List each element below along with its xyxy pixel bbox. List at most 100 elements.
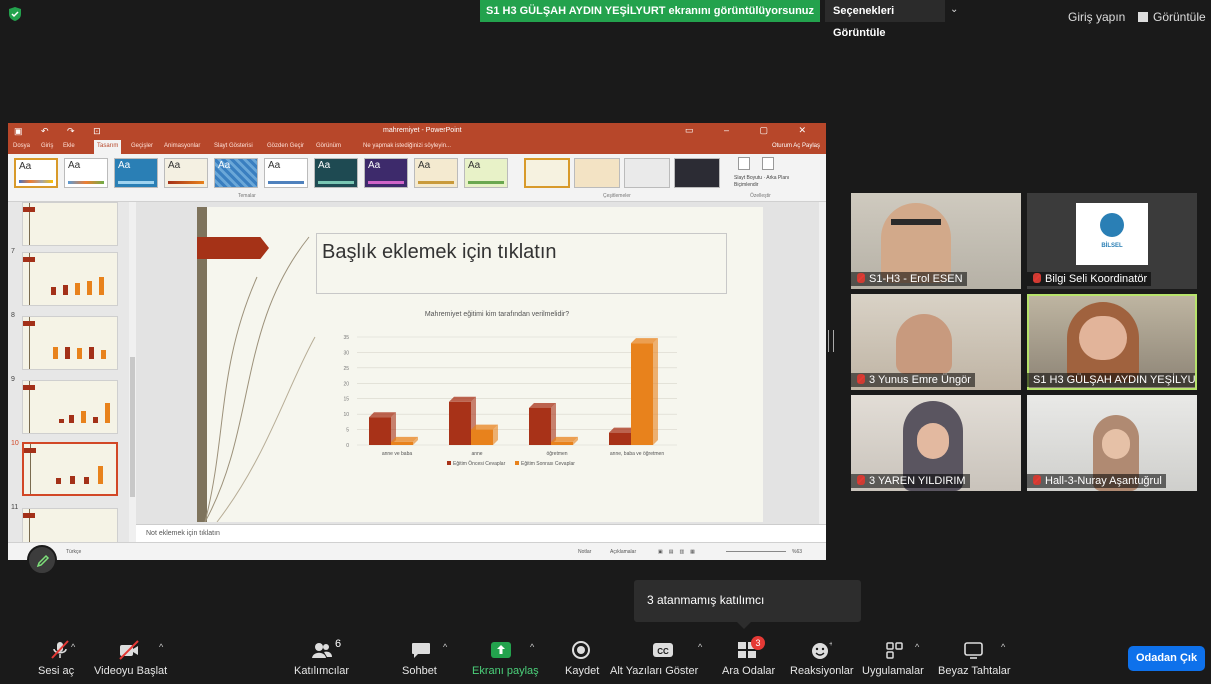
captions-icon: CC [653, 643, 673, 657]
view-options-button[interactable]: Seçenekleri Görüntüle [825, 0, 945, 39]
video-tile[interactable]: 3 Yunus Emre Üngör [851, 294, 1021, 390]
apps-label: Uygulamalar [862, 665, 924, 677]
slide-number: 9 [11, 376, 15, 383]
chevron-up-icon[interactable]: ^ [71, 642, 75, 652]
theme-thumbnail: Aa [464, 158, 508, 188]
record-icon [572, 641, 590, 659]
record-button[interactable]: Kaydet [560, 630, 604, 684]
y-tick-label: 30 [343, 350, 349, 356]
slide-thumbnails-pane: 7 8 9 10 11 [8, 202, 135, 560]
chart-bar [391, 441, 413, 445]
unmute-button[interactable]: ^ Sesi aç [30, 630, 90, 684]
thumbnails-scrollbar [129, 202, 136, 542]
chevron-down-icon[interactable]: ⌄ [950, 4, 966, 18]
ppt-tab: Dosya [13, 143, 31, 149]
participants-count: 6 [335, 638, 342, 650]
quick-access-icons: ▣ ↶ ↷ ⊡ [14, 126, 109, 136]
video-tile[interactable]: Hall-3-Nuray Aşantuğrul [1027, 395, 1197, 491]
shield-icon[interactable] [8, 7, 22, 21]
view-button[interactable]: Görüntüle [1138, 10, 1206, 24]
ppt-tab: Görünüm [316, 143, 342, 149]
video-tile-active-speaker[interactable]: S1 H3 GÜLŞAH AYDIN YEŞİLYU... [1027, 294, 1197, 390]
ppt-window-title: mahremiyet - PowerPoint [383, 127, 462, 134]
participants-button[interactable]: 6 Katılımcılar [285, 630, 360, 684]
ppt-ribbon: Aa Aa Aa Aa Aa Aa Aa Aa Aa Aa Slayt Boyu… [8, 154, 826, 202]
whiteboards-button[interactable]: ^ Beyaz Tahtalar [935, 630, 1015, 684]
reactions-label: Reaksiyonlar [790, 665, 854, 677]
status-comments: Açıklamalar [610, 549, 637, 555]
reactions-button[interactable]: + Reaksiyonlar [786, 630, 856, 684]
participant-name: S1-H3 - Erol ESEN [851, 272, 967, 286]
breakout-rooms-button[interactable]: 3 Ara Odalar [718, 630, 778, 684]
signin-link[interactable]: Giriş yapın [1068, 10, 1125, 24]
view-buttons: ▣▤▥▦ [658, 549, 701, 555]
layout-icon [1138, 12, 1148, 22]
video-tile[interactable]: S1-H3 - Erol ESEN [851, 193, 1021, 289]
video-tile[interactable]: 3 YAREN YILDIRIM [851, 395, 1021, 491]
title-placeholder: Başlık eklemek için tıklatın [316, 233, 727, 294]
chevron-up-icon[interactable]: ^ [915, 642, 919, 652]
ppt-status-bar: Türkçe Notlar Açıklamalar ▣▤▥▦ %63 [8, 542, 826, 560]
chevron-up-icon[interactable]: ^ [530, 642, 534, 652]
panel-resize-handle[interactable] [828, 330, 834, 352]
start-video-button[interactable]: ^ Videoyu Başlat [88, 630, 178, 684]
leave-room-button[interactable]: Odadan Çık [1128, 646, 1205, 671]
ppt-ribbon-tabs: Dosya Giriş Ekle Tasarım Geçişler Animas… [8, 140, 826, 154]
organization-logo: BİLSEL [1076, 203, 1148, 265]
group-label: Özelleştir [750, 193, 771, 199]
ppt-tab: Ekle [63, 143, 75, 149]
ppt-tab: Geçişler [131, 143, 154, 149]
window-controls: ▭ – ▢ ✕ [684, 125, 820, 135]
mic-muted-icon [1033, 475, 1041, 485]
chart-title: Mahremiyet eğitimi kim tarafından verilm… [424, 311, 570, 318]
video-off-icon [119, 640, 139, 660]
variant-thumbnail [674, 158, 720, 188]
chart-bar [529, 407, 551, 445]
participant-name: 3 YAREN YILDIRIM [851, 474, 970, 488]
share-screen-button[interactable]: ^ Ekranı paylaş [468, 630, 548, 684]
chat-button[interactable]: ^ Sohbet [398, 630, 458, 684]
participant-name: Hall-3-Nuray Aşantuğrul [1027, 474, 1166, 488]
breakout-badge: 3 [751, 636, 765, 650]
top-bar: S1 H3 GÜLŞAH AYDIN YEŞİLYURT ekranını gö… [0, 0, 1211, 39]
x-tick-label: anne, baba ve öğretmen [610, 451, 664, 457]
slide-thumbnail [22, 380, 118, 434]
chevron-up-icon[interactable]: ^ [698, 642, 702, 652]
chat-icon [412, 643, 430, 658]
participant-name: S1 H3 GÜLŞAH AYDIN YEŞİLYU... [1027, 373, 1195, 387]
view-button-label: Görüntüle [1153, 10, 1206, 24]
participant-face [1102, 429, 1130, 459]
chart-bar [471, 429, 493, 445]
mic-muted-icon [857, 374, 865, 384]
slide-number: 10 [11, 440, 19, 447]
y-tick-label: 20 [343, 381, 349, 387]
chevron-up-icon[interactable]: ^ [443, 642, 447, 652]
y-tick-label: 25 [343, 366, 349, 372]
ppt-tab: Animasyonlar [164, 143, 201, 149]
meeting-toolbar: ^ Sesi aç ^ Videoyu Başlat 6 Katılımcıla… [0, 630, 1211, 684]
mic-muted-icon [1033, 273, 1041, 283]
slide-thumbnail [22, 202, 118, 246]
mic-muted-icon [857, 475, 865, 485]
y-tick-label: 35 [343, 335, 349, 341]
theme-thumbnail: Aa [414, 158, 458, 188]
participant-video [881, 203, 951, 283]
ppt-title-bar: ▣ ↶ ↷ ⊡ mahremiyet - PowerPoint ▭ – ▢ ✕ [8, 123, 826, 140]
variant-thumbnail [624, 158, 670, 188]
chevron-up-icon[interactable]: ^ [1001, 642, 1005, 652]
chevron-up-icon[interactable]: ^ [159, 642, 163, 652]
status-zoom: %63 [792, 549, 803, 555]
ppt-tab: Giriş [41, 143, 54, 149]
x-tick-label: anne ve baba [382, 451, 413, 457]
title-arrow-shape [197, 237, 269, 259]
chart-bar [449, 401, 471, 445]
theme-thumbnail: Aa [214, 158, 258, 188]
y-tick-label: 15 [343, 397, 349, 403]
slide-thumbnail [22, 252, 118, 306]
emoji-icon: + [812, 641, 832, 659]
video-tile[interactable]: BİLSEL Bilgi Seli Koordinatör [1027, 193, 1197, 289]
annotate-pen-button[interactable] [27, 545, 57, 575]
captions-button[interactable]: CC ^ Alt Yazıları Göster [608, 630, 712, 684]
apps-button[interactable]: ^ Uygulamalar [860, 630, 940, 684]
slide-editing-area: Başlık eklemek için tıklatın Mahremiyet … [136, 202, 826, 524]
